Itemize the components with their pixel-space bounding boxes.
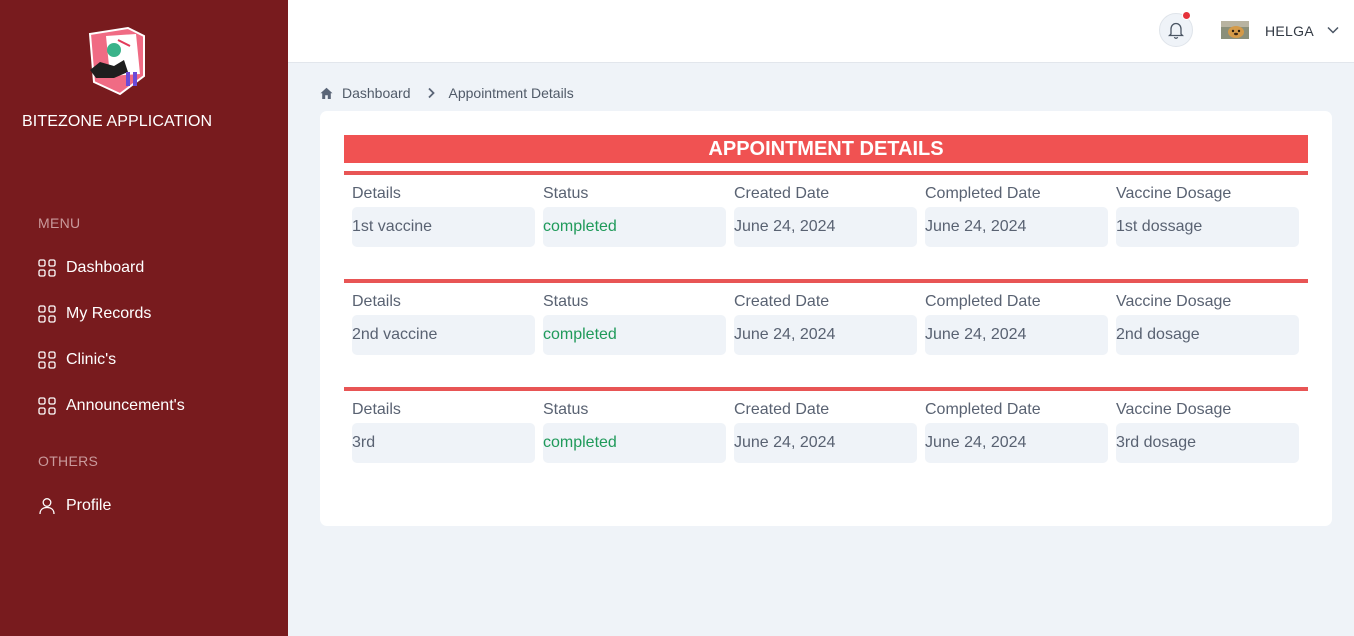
breadcrumb-dashboard-link[interactable]: Dashboard — [342, 85, 411, 101]
completed-date-value: June 24, 2024 — [925, 207, 1108, 247]
sidebar-item-dashboard[interactable]: Dashboard — [38, 253, 144, 283]
home-icon[interactable] — [320, 87, 333, 100]
appointment-record: Details 1st vaccine Status completed Cre… — [344, 171, 1308, 251]
top-header: HELGA — [288, 0, 1354, 63]
sidebar-item-profile[interactable]: Profile — [38, 491, 111, 521]
completed-date-value: June 24, 2024 — [925, 423, 1108, 463]
avatar[interactable] — [1221, 21, 1249, 39]
sidebar-item-clinics[interactable]: Clinic's — [38, 345, 116, 375]
sidebar-item-label: Profile — [66, 497, 112, 514]
appointment-record: Details 2nd vaccine Status completed Cre… — [344, 279, 1308, 359]
user-icon — [39, 498, 55, 515]
sidebar-item-label: Announcement's — [66, 397, 185, 414]
chevron-down-icon[interactable] — [1326, 23, 1340, 37]
details-value: 1st vaccine — [352, 207, 535, 247]
column-header-vaccine-dosage: Vaccine Dosage — [1116, 401, 1232, 418]
completed-date-value: June 24, 2024 — [925, 315, 1108, 355]
chevron-right-icon — [427, 87, 435, 99]
details-value: 2nd vaccine — [352, 315, 535, 355]
status-value: completed — [543, 315, 726, 355]
column-header-created-date: Created Date — [734, 185, 830, 202]
app-name: BITEZONE APPLICATION — [22, 113, 213, 130]
column-header-completed-date: Completed Date — [925, 293, 1041, 310]
breadcrumb: Dashboard Appointment Details — [320, 84, 574, 102]
menu-section-label: MENU — [38, 215, 81, 231]
vaccine-dosage-value: 1st dossage — [1116, 207, 1299, 247]
sidebar-item-label: Dashboard — [66, 259, 145, 276]
others-section-label: OTHERS — [38, 453, 99, 469]
sidebar: BITEZONE APPLICATION MENU Dashboard My R… — [0, 0, 288, 636]
details-value: 3rd — [352, 423, 535, 463]
username[interactable]: HELGA — [1265, 23, 1314, 39]
sidebar-item-announcements[interactable]: Announcement's — [38, 391, 185, 421]
page-title: APPOINTMENT DETAILS — [344, 135, 1308, 163]
column-header-details: Details — [352, 293, 401, 310]
column-header-status: Status — [543, 293, 589, 310]
vaccine-dosage-value: 3rd dosage — [1116, 423, 1299, 463]
grid-icon — [38, 259, 56, 277]
bell-icon — [1168, 22, 1184, 39]
column-header-details: Details — [352, 185, 401, 202]
vaccine-dosage-value: 2nd dosage — [1116, 315, 1299, 355]
grid-icon — [38, 305, 56, 323]
created-date-value: June 24, 2024 — [734, 315, 917, 355]
column-header-status: Status — [543, 185, 589, 202]
notification-dot — [1182, 11, 1191, 20]
breadcrumb-current: Appointment Details — [448, 85, 574, 101]
column-header-details: Details — [352, 401, 401, 418]
status-value: completed — [543, 423, 726, 463]
created-date-value: June 24, 2024 — [734, 207, 917, 247]
app-logo[interactable] — [84, 26, 150, 96]
appointment-details-card: APPOINTMENT DETAILS Details 1st vaccine … — [320, 111, 1332, 526]
column-header-status: Status — [543, 401, 589, 418]
sidebar-item-my-records[interactable]: My Records — [38, 299, 151, 329]
column-header-vaccine-dosage: Vaccine Dosage — [1116, 185, 1232, 202]
column-header-created-date: Created Date — [734, 293, 830, 310]
column-header-completed-date: Completed Date — [925, 185, 1041, 202]
sidebar-item-label: My Records — [66, 305, 152, 322]
column-header-completed-date: Completed Date — [925, 401, 1041, 418]
sidebar-item-label: Clinic's — [66, 351, 117, 368]
grid-icon — [38, 351, 56, 369]
column-header-created-date: Created Date — [734, 401, 830, 418]
created-date-value: June 24, 2024 — [734, 423, 917, 463]
column-header-vaccine-dosage: Vaccine Dosage — [1116, 293, 1232, 310]
status-value: completed — [543, 207, 726, 247]
appointment-record: Details 3rd Status completed Created Dat… — [344, 387, 1308, 467]
grid-icon — [38, 397, 56, 415]
